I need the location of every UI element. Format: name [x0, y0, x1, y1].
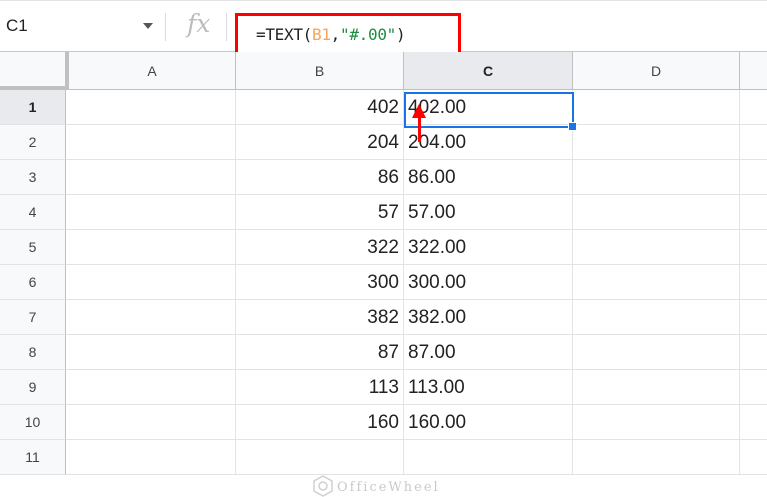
cell-d1[interactable]	[573, 90, 740, 125]
row-header-6[interactable]: 6	[0, 265, 66, 300]
cell-e7[interactable]	[740, 300, 767, 335]
chevron-down-icon[interactable]	[143, 23, 153, 29]
cell-e8[interactable]	[740, 335, 767, 370]
cell-a7[interactable]	[66, 300, 236, 335]
cell-c3[interactable]: 86.00	[404, 160, 573, 195]
name-box-value: C1	[6, 16, 28, 35]
watermark-text: OfficeWheel	[337, 480, 440, 495]
cell-c5[interactable]: 322.00	[404, 230, 573, 265]
fill-handle[interactable]	[568, 122, 577, 131]
name-box[interactable]: C1	[0, 1, 165, 52]
row-header-10[interactable]: 10	[0, 405, 66, 440]
column-header-d[interactable]: D	[573, 52, 740, 90]
cell-e5[interactable]	[740, 230, 767, 265]
cell-a10[interactable]	[66, 405, 236, 440]
formula-function: =TEXT(	[256, 25, 312, 44]
formula-format-string: "#.00"	[340, 25, 397, 44]
cell-a3[interactable]	[66, 160, 236, 195]
active-cell-selection[interactable]	[404, 92, 574, 128]
cell-e6[interactable]	[740, 265, 767, 300]
cell-d3[interactable]	[573, 160, 740, 195]
cell-e2[interactable]	[740, 125, 767, 160]
cell-d9[interactable]	[573, 370, 740, 405]
column-header-b[interactable]: B	[236, 52, 404, 90]
cell-c6[interactable]: 300.00	[404, 265, 573, 300]
cell-a1[interactable]	[66, 90, 236, 125]
cell-e1[interactable]	[740, 90, 767, 125]
formula-bar: C1 fx =TEXT(B1,"#.00")	[0, 0, 767, 55]
cell-c9[interactable]: 113.00	[404, 370, 573, 405]
fx-icon: fx	[187, 9, 211, 38]
row-header-3[interactable]: 3	[0, 160, 66, 195]
row-header-4[interactable]: 4	[0, 195, 66, 230]
cell-b7[interactable]: 382	[236, 300, 404, 335]
cell-c8[interactable]: 87.00	[404, 335, 573, 370]
cell-b3[interactable]: 86	[236, 160, 404, 195]
cell-d6[interactable]	[573, 265, 740, 300]
cell-b4[interactable]: 57	[236, 195, 404, 230]
column-header-c[interactable]: C	[404, 52, 573, 90]
cell-d11[interactable]	[573, 440, 740, 475]
formula-input[interactable]: =TEXT(B1,"#.00")	[235, 13, 461, 55]
spreadsheet-grid: A B C D 1 402 402.00 2 204 204.00 3 86 86.00 4 57 5…	[0, 52, 767, 497]
cell-b8[interactable]: 87	[236, 335, 404, 370]
row-header-5[interactable]: 5	[0, 230, 66, 265]
cell-a5[interactable]	[66, 230, 236, 265]
formula-close-paren: )	[396, 25, 406, 44]
cell-d5[interactable]	[573, 230, 740, 265]
row-header-9[interactable]: 9	[0, 370, 66, 405]
cell-a4[interactable]	[66, 195, 236, 230]
column-header-partial[interactable]	[740, 52, 767, 90]
cell-c10[interactable]: 160.00	[404, 405, 573, 440]
cell-d7[interactable]	[573, 300, 740, 335]
cell-a8[interactable]	[66, 335, 236, 370]
divider	[226, 13, 227, 41]
cell-b9[interactable]: 113	[236, 370, 404, 405]
cell-b1[interactable]: 402	[236, 90, 404, 125]
row-header-1[interactable]: 1	[0, 90, 66, 125]
cell-e3[interactable]	[740, 160, 767, 195]
cell-e10[interactable]	[740, 405, 767, 440]
cell-c4[interactable]: 57.00	[404, 195, 573, 230]
divider	[165, 13, 166, 41]
cell-d4[interactable]	[573, 195, 740, 230]
cell-b2[interactable]: 204	[236, 125, 404, 160]
select-all-corner[interactable]	[0, 52, 69, 90]
cell-d10[interactable]	[573, 405, 740, 440]
cell-a6[interactable]	[66, 265, 236, 300]
cell-b5[interactable]: 322	[236, 230, 404, 265]
cell-a11[interactable]	[66, 440, 236, 475]
row-header-8[interactable]: 8	[0, 335, 66, 370]
cell-b11[interactable]	[236, 440, 404, 475]
watermark-logo-icon	[313, 475, 333, 497]
cell-c2[interactable]: 204.00	[404, 125, 573, 160]
cell-d8[interactable]	[573, 335, 740, 370]
cell-b10[interactable]: 160	[236, 405, 404, 440]
cell-d2[interactable]	[573, 125, 740, 160]
formula-cell-reference: B1	[312, 25, 331, 44]
cell-e9[interactable]	[740, 370, 767, 405]
red-arrow-shaft	[418, 116, 421, 142]
cell-e11[interactable]	[740, 440, 767, 475]
cell-c11[interactable]	[404, 440, 573, 475]
column-header-a[interactable]: A	[69, 52, 236, 90]
cell-a2[interactable]	[66, 125, 236, 160]
cell-b6[interactable]: 300	[236, 265, 404, 300]
formula-separator: ,	[330, 25, 341, 44]
cell-a9[interactable]	[66, 370, 236, 405]
row-header-11[interactable]: 11	[0, 440, 66, 475]
cell-c7[interactable]: 382.00	[404, 300, 573, 335]
formula-text: =TEXT(B1,"#.00")	[256, 25, 406, 44]
cell-e4[interactable]	[740, 195, 767, 230]
row-header-7[interactable]: 7	[0, 300, 66, 335]
row-header-2[interactable]: 2	[0, 125, 66, 160]
